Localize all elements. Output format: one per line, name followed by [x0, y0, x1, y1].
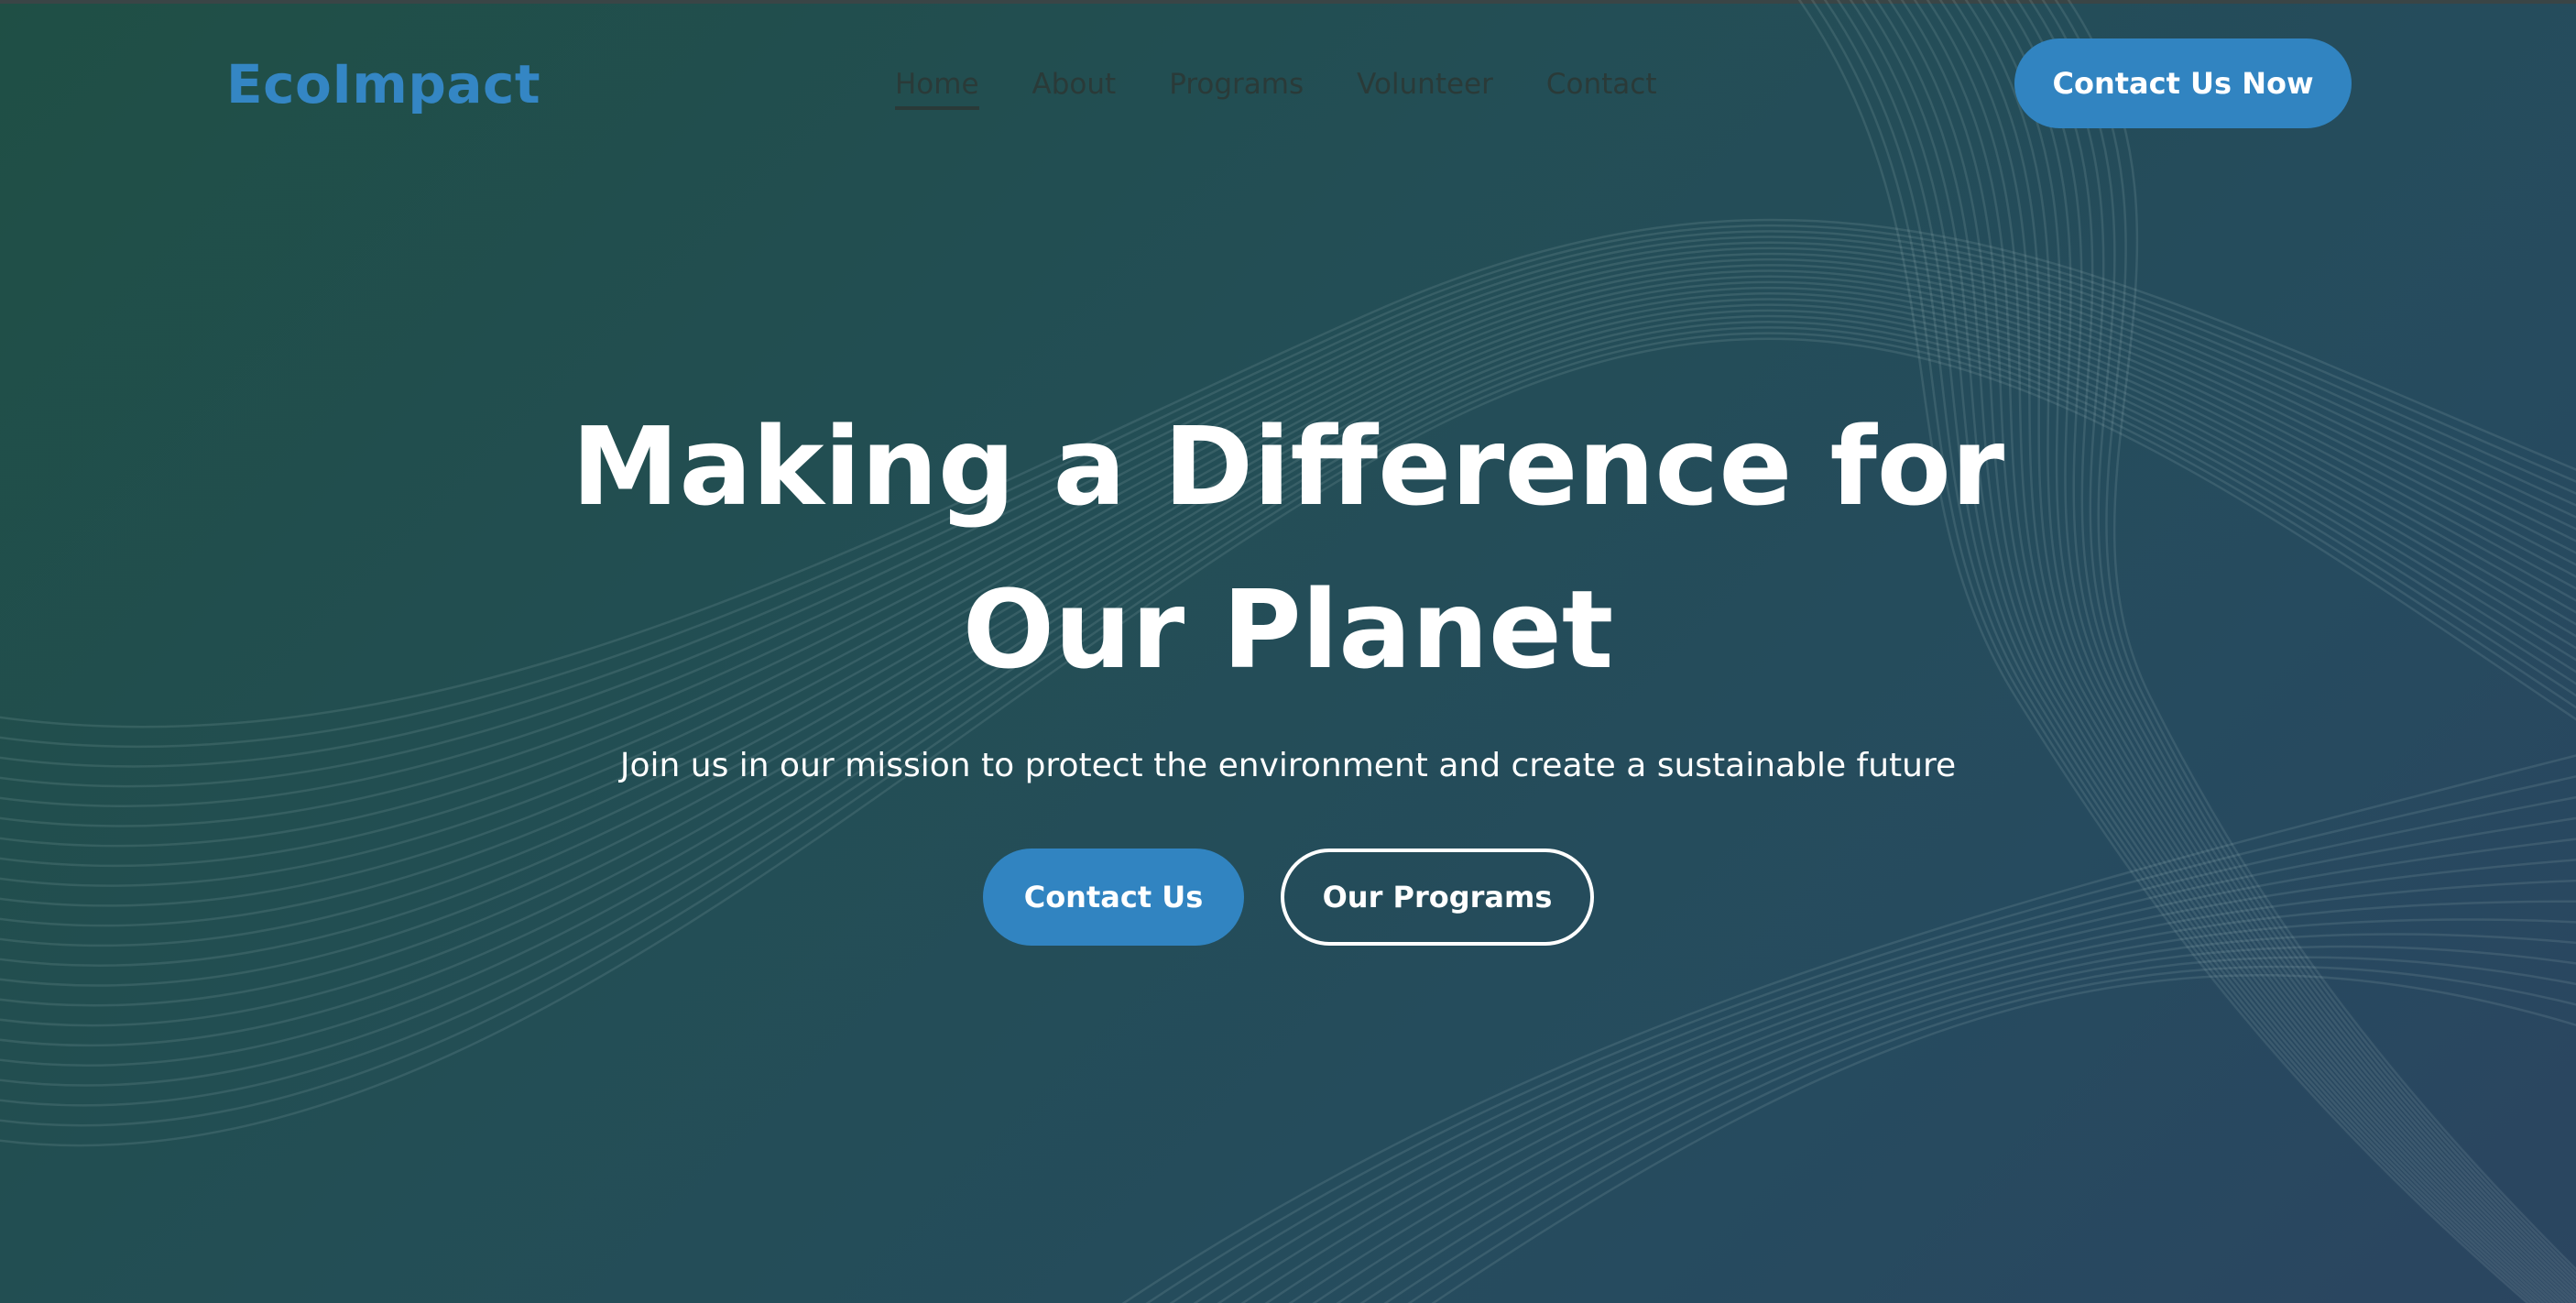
- hero-title: Making a Difference for Our Planet: [464, 385, 2112, 711]
- contact-us-now-button[interactable]: Contact Us Now: [2014, 38, 2352, 128]
- contact-us-button[interactable]: Contact Us: [983, 849, 1244, 946]
- our-programs-button[interactable]: Our Programs: [1281, 849, 1594, 946]
- hero-title-line-1: Making a Difference for: [571, 403, 2005, 530]
- nav-link-home[interactable]: Home: [895, 62, 979, 110]
- nav-link-volunteer[interactable]: Volunteer: [1357, 62, 1493, 106]
- nav-links: Home About Programs Volunteer Contact: [895, 62, 1657, 110]
- nav-link-about[interactable]: About: [1032, 62, 1117, 106]
- nav-link-contact[interactable]: Contact: [1546, 62, 1657, 106]
- navbar: EcoImpact Home About Programs Volunteer …: [0, 0, 2576, 174]
- hero-subtitle: Join us in our mission to protect the en…: [619, 747, 1957, 784]
- hero-title-line-2: Our Planet: [962, 566, 1614, 693]
- nav-link-programs[interactable]: Programs: [1169, 62, 1304, 106]
- logo[interactable]: EcoImpact: [226, 51, 540, 117]
- wave-line: [2054, 0, 2576, 1276]
- wave-line: [1288, 900, 2576, 1303]
- wave-line: [2067, 0, 2576, 1271]
